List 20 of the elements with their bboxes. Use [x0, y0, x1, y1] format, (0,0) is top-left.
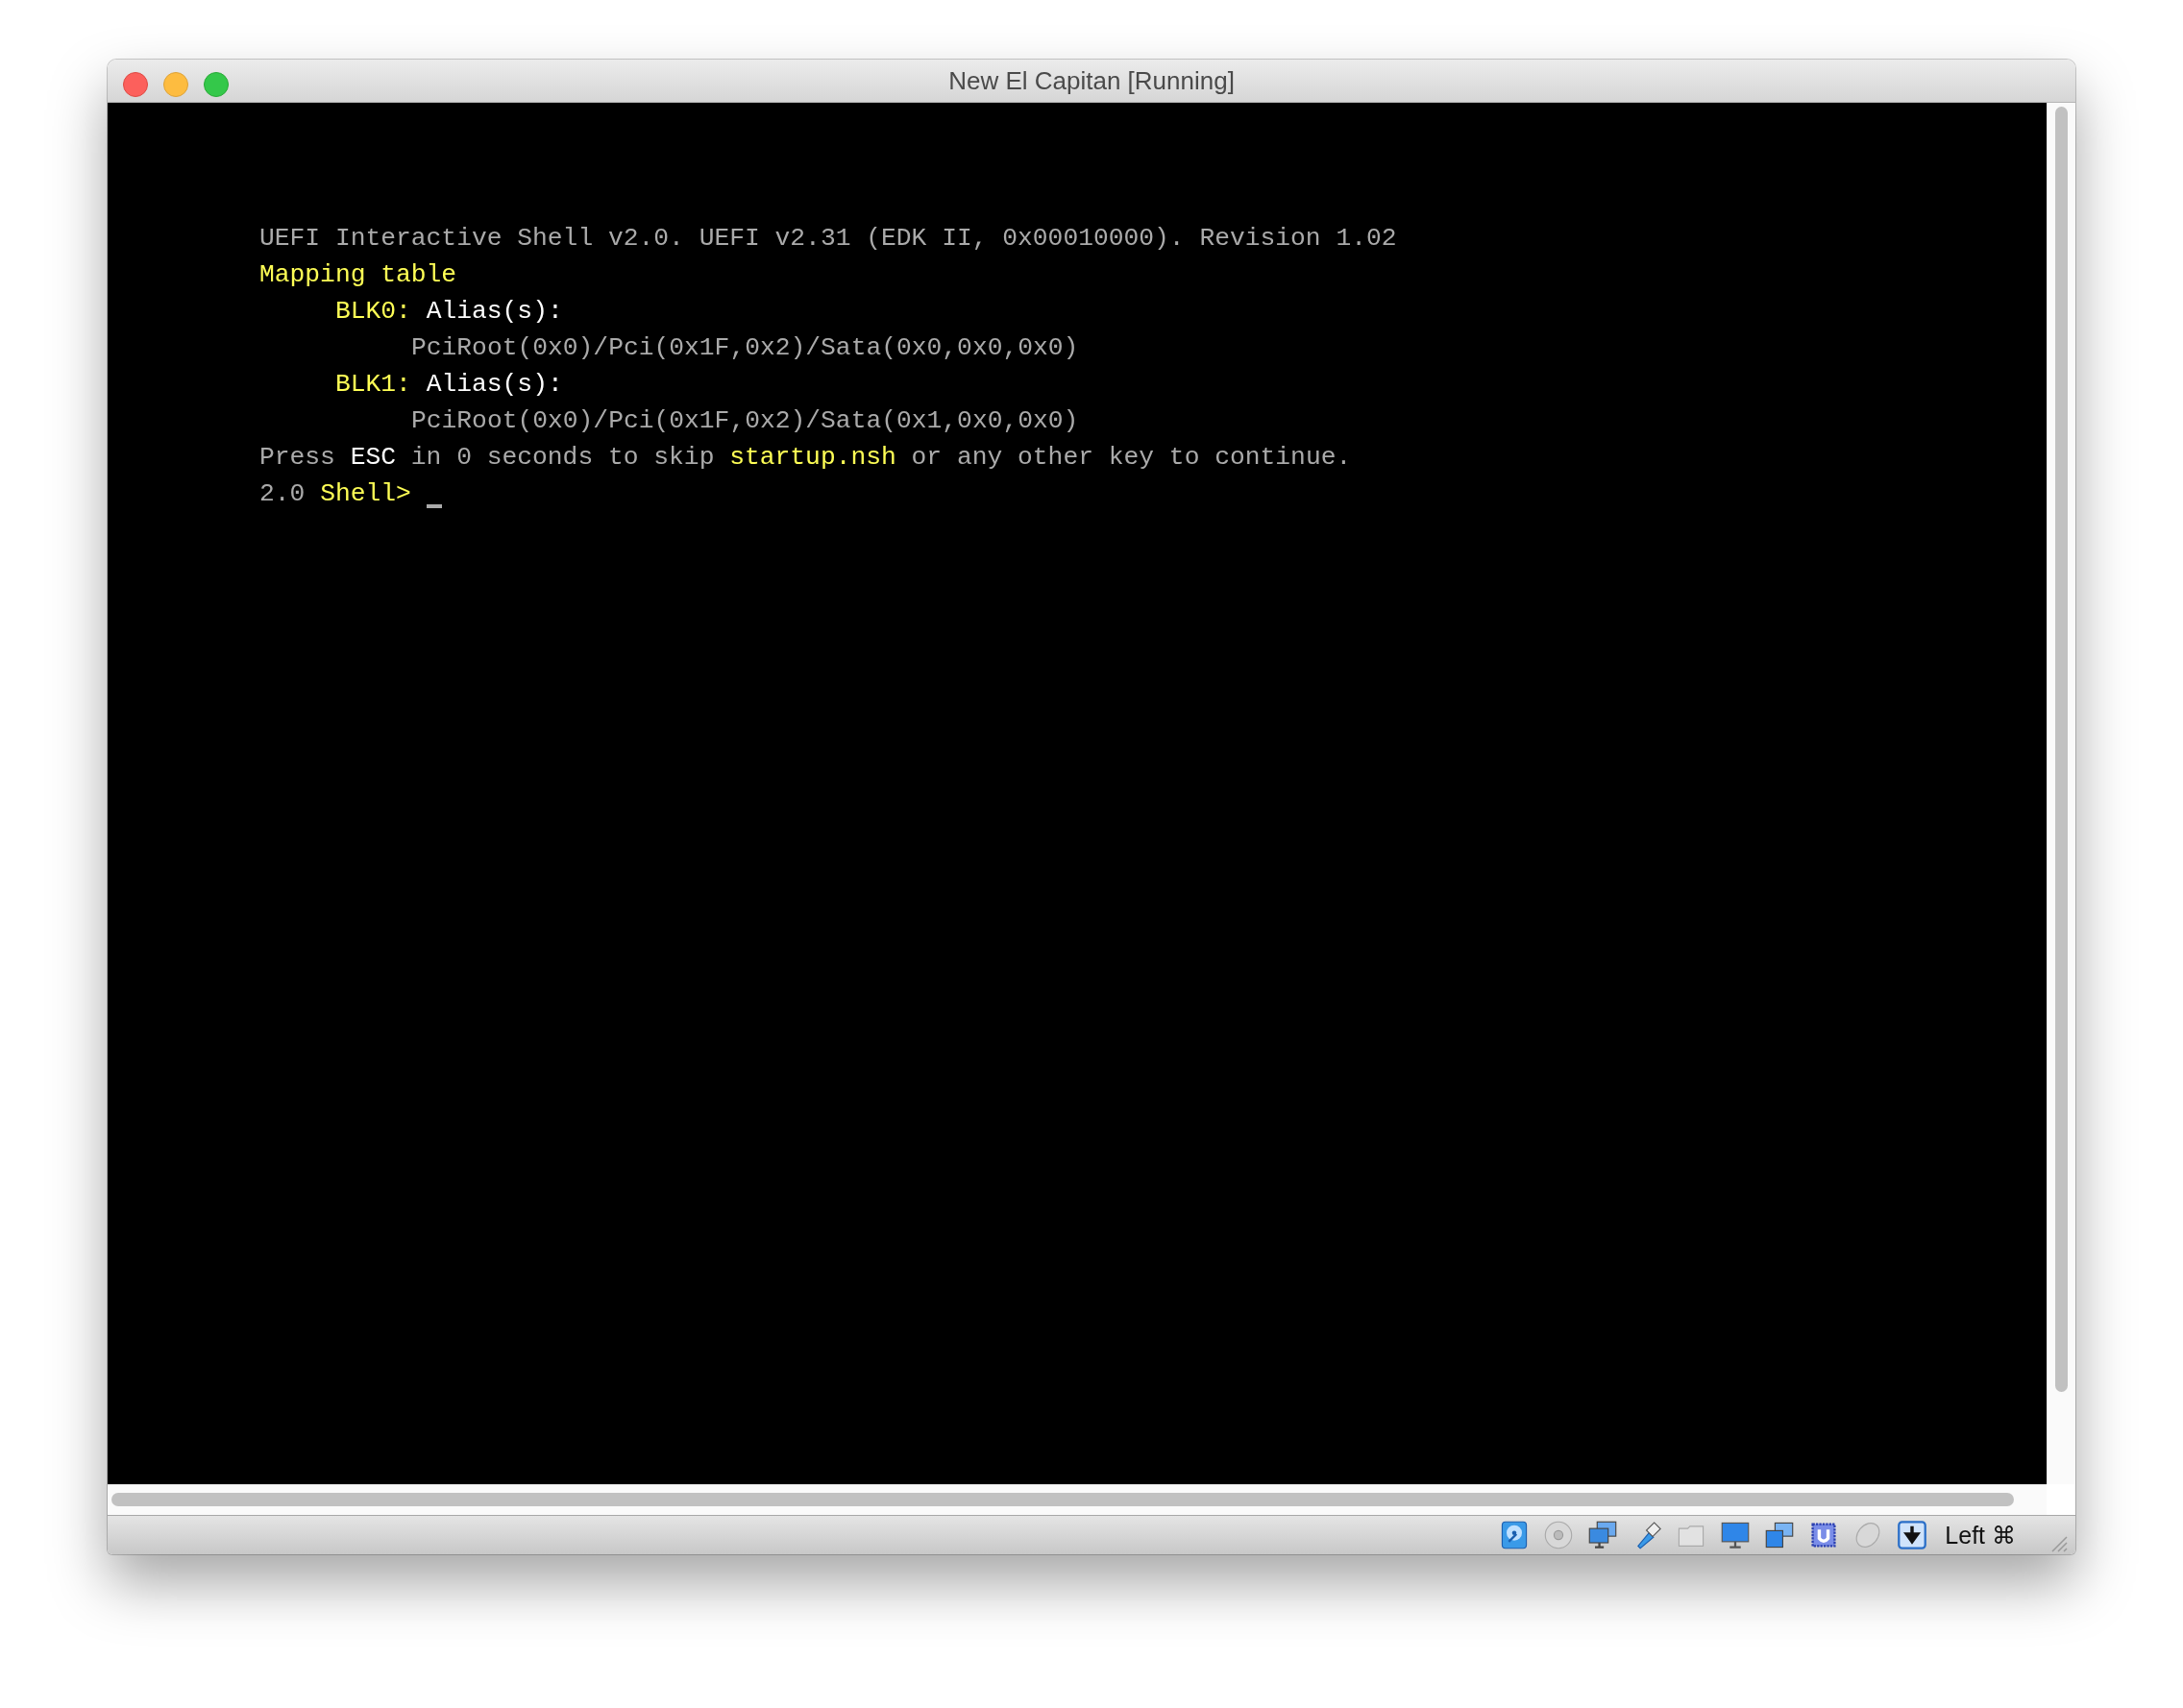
terminal-line: BLK1: Alias(s): — [335, 369, 563, 401]
overlapping-windows-icon[interactable] — [1764, 1520, 1796, 1550]
shell-prompt: 2.0 Shell> — [259, 478, 411, 510]
optical-disc-icon[interactable] — [1543, 1520, 1575, 1550]
terminal-line: UEFI Interactive Shell v2.0. UEFI v2.31 (EDK II, 0x00010000). Revision 1.02 — [259, 223, 1397, 255]
terminal-line: PciRoot(0x0)/Pci(0x1F,0x2)/Sata(0x1,0x0,0x0) — [411, 405, 1079, 437]
window-title: New El Capitan [Running] — [948, 65, 1235, 96]
close-button[interactable] — [123, 72, 148, 97]
terminal-line: Mapping table — [259, 259, 457, 291]
display-monitor-icon[interactable] — [1720, 1520, 1752, 1550]
minimize-button[interactable] — [163, 72, 188, 97]
zoom-button[interactable] — [204, 72, 229, 97]
host-key-label: Left ⌘ — [1945, 1521, 2016, 1549]
terminal-line: PciRoot(0x0)/Pci(0x1F,0x2)/Sata(0x0,0x0,0x0) — [411, 332, 1079, 364]
text-cursor — [426, 504, 442, 508]
terminal-line: Press ESC in 0 seconds to skip startup.nsh or any other key to continue. — [259, 442, 1352, 474]
network-monitors-icon[interactable] — [1587, 1520, 1619, 1550]
terminal-line: BLK0: Alias(s): — [335, 296, 563, 328]
scrollbar-thumb[interactable] — [2055, 107, 2068, 1392]
scrollbar-thumb[interactable] — [111, 1493, 2014, 1506]
